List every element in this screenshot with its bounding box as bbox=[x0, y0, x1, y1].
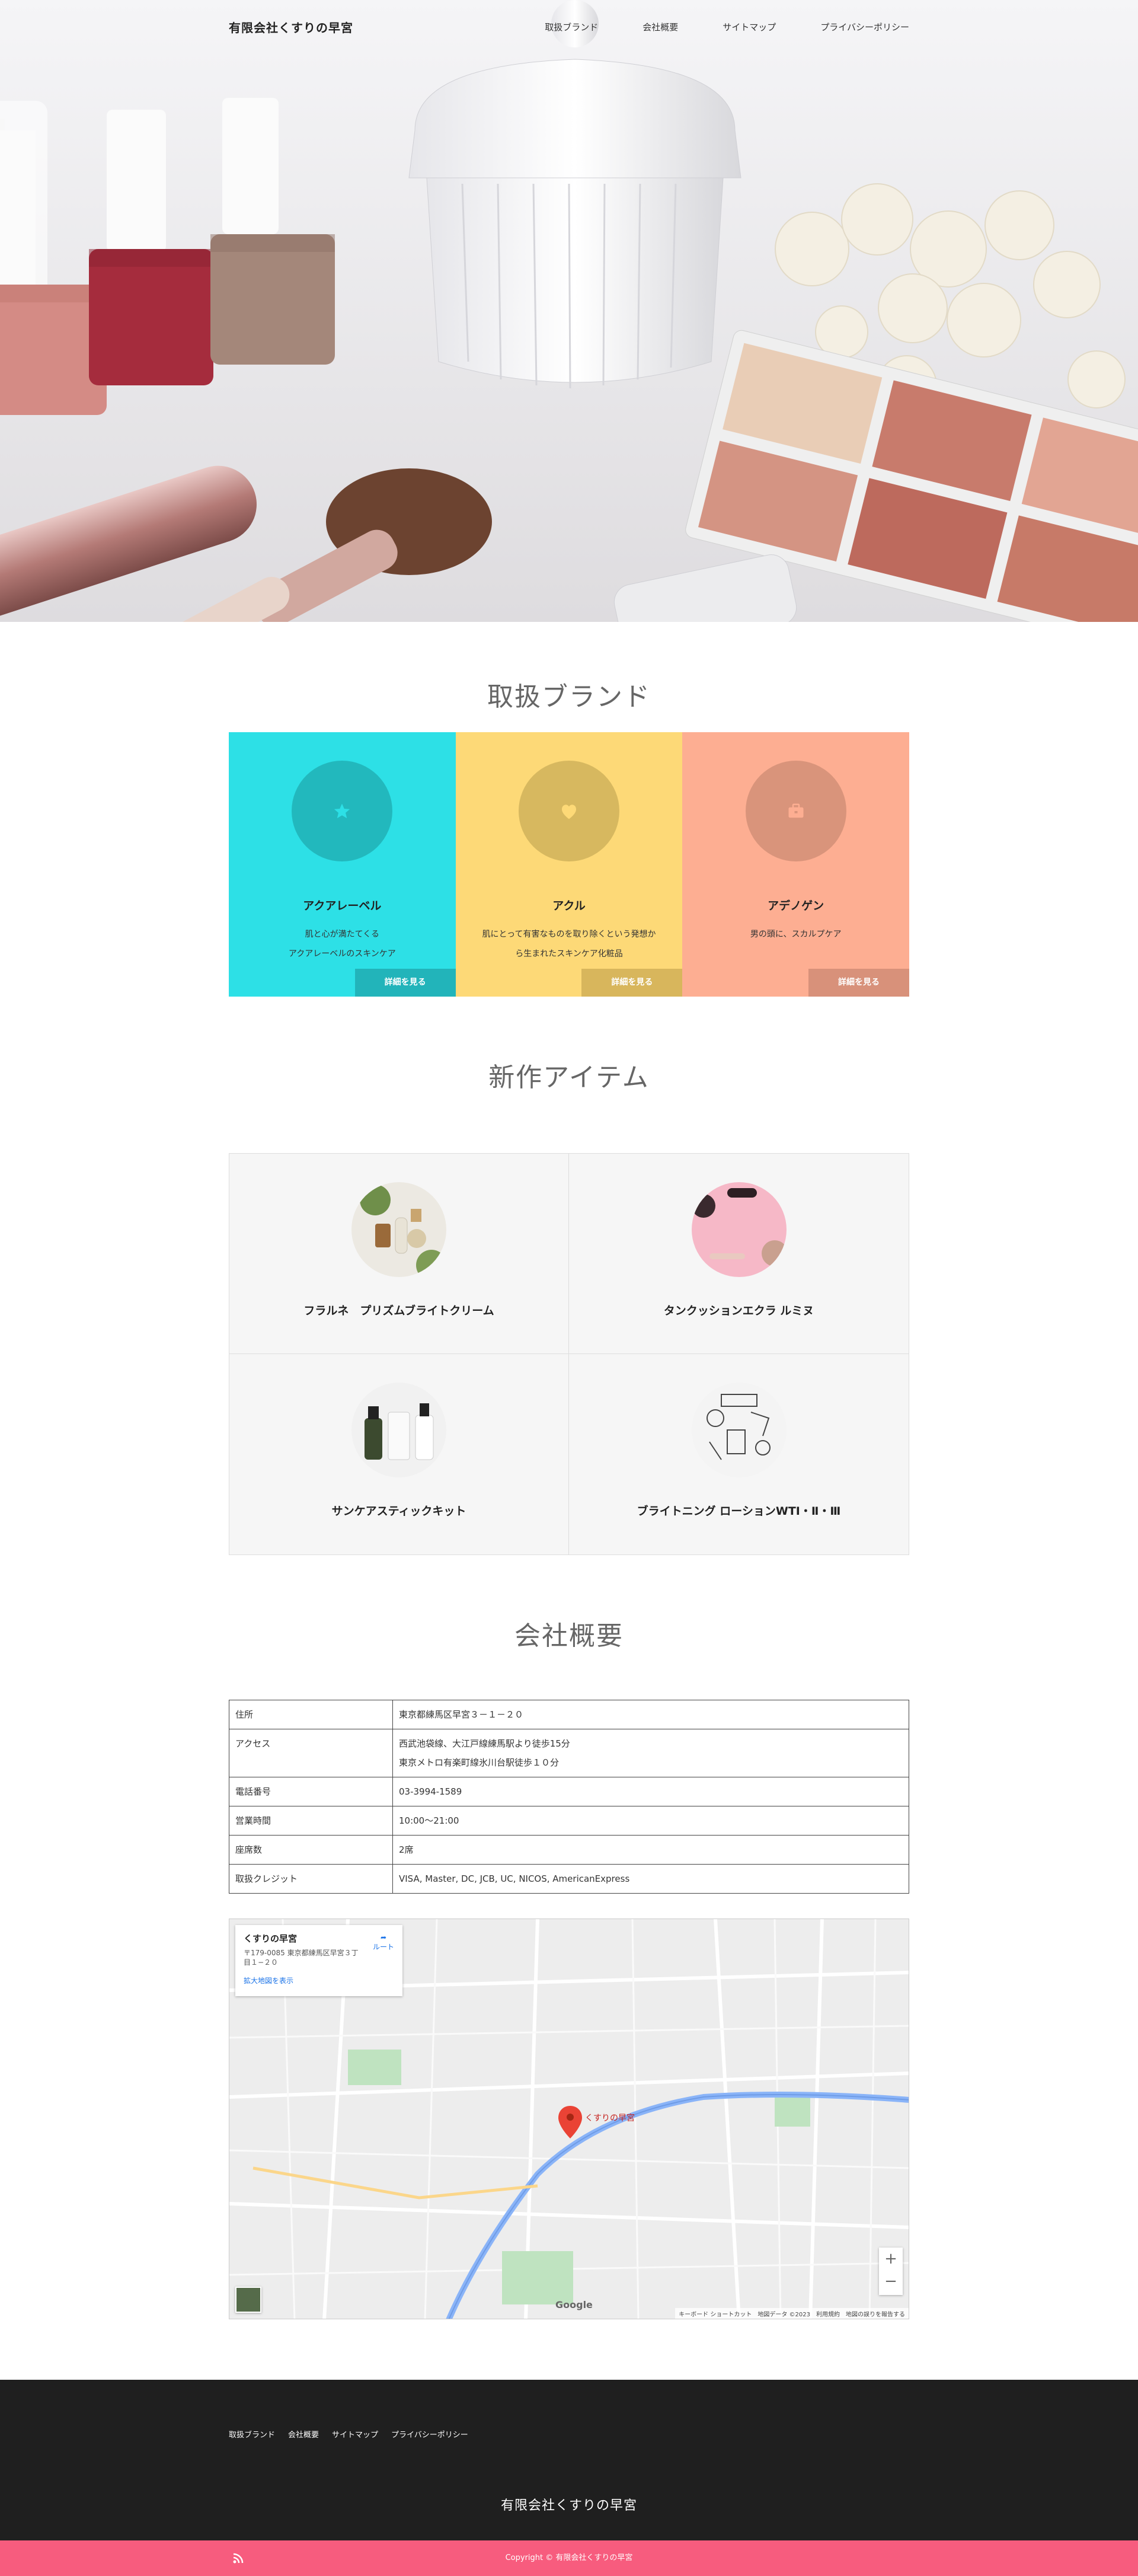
table-key: 座席数 bbox=[229, 1835, 393, 1865]
hero: 有限会社くすりの早宮 取扱ブランド 会社概要 サイトマップ プライバシーポリシー bbox=[0, 0, 1138, 622]
brands-section: 取扱ブランド アクアレーベル 肌と心が満たてくるアクアレーベルのスキンケア 詳細… bbox=[0, 622, 1138, 997]
copyright-text: Copyright © 有限会社くすりの早宮 bbox=[505, 2553, 633, 2562]
briefcase-icon bbox=[788, 803, 804, 818]
table-value: VISA, Master, DC, JCB, UC, NICOS, Americ… bbox=[392, 1864, 909, 1894]
map-place-name: くすりの早宮 bbox=[244, 1933, 298, 1944]
footer-company-name: 有限会社くすりの早宮 bbox=[500, 2498, 637, 2513]
table-value-line2: 東京メトロ有楽町線氷川台駅徒歩１０分 bbox=[399, 1757, 560, 1768]
map-enlarge-link[interactable]: 拡大地図を表示 bbox=[244, 1975, 394, 1986]
footer-nav-privacy[interactable]: プライバシーポリシー bbox=[391, 2428, 468, 2440]
table-value: 10:00～21:00 bbox=[392, 1806, 909, 1836]
map-zoom-control[interactable]: + − bbox=[879, 2248, 903, 2295]
new-items-title: 新作アイテム bbox=[488, 1062, 650, 1093]
nav-company[interactable]: 会社概要 bbox=[642, 21, 678, 33]
map-attribution[interactable]: キーボード ショートカット 地図データ ©2023 利用規約 地図の誤りを報告す… bbox=[675, 2308, 909, 2319]
zoom-out-icon[interactable]: − bbox=[879, 2270, 903, 2293]
brand-desc-line2: アクアレーベルのスキンケア bbox=[288, 949, 396, 959]
table-key: 営業時間 bbox=[229, 1806, 393, 1836]
footer-nav-brands[interactable]: 取扱ブランド bbox=[229, 2428, 275, 2440]
table-row: 住所 東京都練馬区早宮３－１－２０ bbox=[229, 1700, 909, 1729]
table-value: 03-3994-1589 bbox=[392, 1777, 909, 1806]
global-nav: 取扱ブランド 会社概要 サイトマップ プライバシーポリシー bbox=[500, 21, 909, 33]
item-name: タンクッションエクラ ルミヌ bbox=[663, 1304, 814, 1317]
brand-name: アデノゲン bbox=[768, 899, 824, 912]
item-grid: フラルネ プリズムブライトクリーム タンクッションエクラ ルミヌ サンケアスティ… bbox=[229, 1153, 909, 1555]
heart-icon bbox=[562, 805, 576, 819]
star-icon bbox=[334, 803, 350, 819]
brand-name: アクアレーベル bbox=[303, 899, 382, 912]
site-footer: 取扱ブランド 会社概要 サイトマップ プライバシーポリシー 有限会社くすりの早宮 bbox=[0, 2380, 1138, 2540]
site-header: 有限会社くすりの早宮 取扱ブランド 会社概要 サイトマップ プライバシーポリシー bbox=[0, 0, 1138, 53]
company-table: 住所 東京都練馬区早宮３－１－２０ アクセス 西武池袋線、大江戸線練馬駅より徒歩15… bbox=[229, 1700, 909, 1894]
hero-image bbox=[0, 0, 1138, 622]
map-place-card: くすりの早宮 〒179-0085 東京都練馬区早宮３丁目１−２０ 拡大地図を表示… bbox=[235, 1925, 402, 1996]
copyright-bar: Copyright © 有限会社くすりの早宮 bbox=[0, 2540, 1138, 2576]
table-key: 取扱クレジット bbox=[229, 1864, 393, 1894]
brand-desc: 肌にとって有害なものを取り除くという発想か ら生まれたスキンケア化粧品 bbox=[456, 925, 683, 964]
company-section: 会社概要 住所 東京都練馬区早宮３－１－２０ アクセス 西武池袋線、大江戸線練馬駅よ… bbox=[0, 1555, 1138, 2319]
item-card[interactable]: サンケアスティックキット bbox=[229, 1354, 569, 1554]
brand-desc-line1: 男の頭に、スカルプケア bbox=[750, 930, 842, 939]
brands-title: 取扱ブランド bbox=[487, 682, 651, 712]
brand-desc: 肌と心が満たてくるアクアレーベルのスキンケア bbox=[229, 925, 456, 964]
google-logo: Google bbox=[555, 2299, 593, 2310]
footer-nav: 取扱ブランド 会社概要 サイトマップ プライバシーポリシー bbox=[229, 2380, 909, 2440]
brand-more-button[interactable]: 詳細を見る bbox=[354, 969, 456, 997]
brand-card-adenogen: アデノゲン 男の頭に、スカルプケア 詳細を見る bbox=[682, 732, 910, 997]
brand-desc-line1: 肌と心が満たてくる bbox=[305, 930, 379, 939]
brand-list: アクアレーベル 肌と心が満たてくるアクアレーベルのスキンケア 詳細を見る アクル… bbox=[229, 732, 910, 997]
table-key: 電話番号 bbox=[229, 1777, 393, 1806]
item-thumbnail bbox=[691, 1182, 787, 1277]
table-row: 営業時間 10:00～21:00 bbox=[229, 1806, 909, 1836]
brand-icon-circle bbox=[519, 761, 619, 861]
footer-nav-sitemap[interactable]: サイトマップ bbox=[332, 2428, 378, 2440]
brand-more-button[interactable]: 詳細を見る bbox=[581, 969, 683, 997]
map-pin-label: くすりの早宮 bbox=[585, 2114, 635, 2123]
brand-icon-circle bbox=[292, 761, 393, 861]
map-satellite-toggle[interactable] bbox=[235, 2287, 261, 2313]
nav-privacy[interactable]: プライバシーポリシー bbox=[820, 21, 909, 33]
map-route-label: ルート bbox=[372, 1943, 394, 1951]
item-thumbnail bbox=[351, 1383, 446, 1477]
brand-card-aqualabel: アクアレーベル 肌と心が満たてくるアクアレーベルのスキンケア 詳細を見る bbox=[229, 732, 456, 997]
google-map[interactable]: くすりの早宮 くすりの早宮 〒179-0085 東京都練馬区早宮３丁目１−２０ … bbox=[229, 1919, 909, 2319]
nav-brands[interactable]: 取扱ブランド bbox=[545, 21, 598, 33]
zoom-in-icon[interactable]: + bbox=[879, 2248, 903, 2270]
table-key: 住所 bbox=[229, 1700, 393, 1729]
item-card[interactable]: ブライトニング ローションWTⅠ・Ⅱ・Ⅲ bbox=[569, 1354, 909, 1554]
item-thumbnail bbox=[351, 1182, 446, 1277]
brand-desc-line1: 肌にとって有害なものを取り除くという発想か bbox=[482, 930, 656, 939]
table-row: アクセス 西武池袋線、大江戸線練馬駅より徒歩15分 東京メトロ有楽町線氷川台駅徒歩１… bbox=[229, 1729, 909, 1777]
table-value: 東京都練馬区早宮３－１－２０ bbox=[392, 1700, 909, 1729]
item-thumbnail bbox=[691, 1383, 787, 1477]
brand-desc: 男の頭に、スカルプケア bbox=[682, 925, 909, 944]
brand-desc-line2: ら生まれたスキンケア化粧品 bbox=[515, 949, 623, 959]
nav-sitemap[interactable]: サイトマップ bbox=[723, 21, 776, 33]
table-value: 西武池袋線、大江戸線練馬駅より徒歩15分 東京メトロ有楽町線氷川台駅徒歩１０分 bbox=[392, 1729, 909, 1777]
company-title: 会社概要 bbox=[514, 1621, 624, 1651]
table-value: 2席 bbox=[392, 1835, 909, 1865]
site-title[interactable]: 有限会社くすりの早宮 bbox=[229, 18, 353, 36]
brand-card-akuru: アクル 肌にとって有害なものを取り除くという発想か ら生まれたスキンケア化粧品 詳… bbox=[455, 732, 683, 997]
footer-nav-company[interactable]: 会社概要 bbox=[288, 2428, 319, 2440]
rss-icon[interactable] bbox=[232, 2552, 244, 2564]
directions-icon: ➦ bbox=[380, 1933, 387, 1942]
item-name: フラルネ プリズムブライトクリーム bbox=[303, 1304, 494, 1317]
item-card[interactable]: フラルネ プリズムブライトクリーム bbox=[229, 1154, 569, 1354]
map-address: 〒179-0085 東京都練馬区早宮３丁目１−２０ bbox=[244, 1949, 359, 1967]
table-key: アクセス bbox=[229, 1729, 393, 1777]
item-card[interactable]: タンクッションエクラ ルミヌ bbox=[569, 1154, 909, 1354]
table-row: 取扱クレジット VISA, Master, DC, JCB, UC, NICOS,… bbox=[229, 1864, 909, 1894]
item-name: サンケアスティックキット bbox=[331, 1505, 466, 1518]
map-route-button[interactable]: ➦ ルート bbox=[373, 1933, 394, 1952]
item-name: ブライトニング ローションWTⅠ・Ⅱ・Ⅲ bbox=[637, 1505, 841, 1518]
table-row: 電話番号 03-3994-1589 bbox=[229, 1777, 909, 1806]
brand-icon-circle bbox=[745, 761, 846, 861]
brand-name: アクル bbox=[552, 899, 586, 912]
table-value-line1: 西武池袋線、大江戸線練馬駅より徒歩15分 bbox=[399, 1738, 570, 1749]
brand-more-button[interactable]: 詳細を見る bbox=[808, 969, 910, 997]
table-row: 座席数 2席 bbox=[229, 1835, 909, 1865]
new-items-section: 新作アイテム フラルネ プリズムブライトクリーム タンクッションエクラ ルミヌ … bbox=[0, 997, 1138, 1555]
